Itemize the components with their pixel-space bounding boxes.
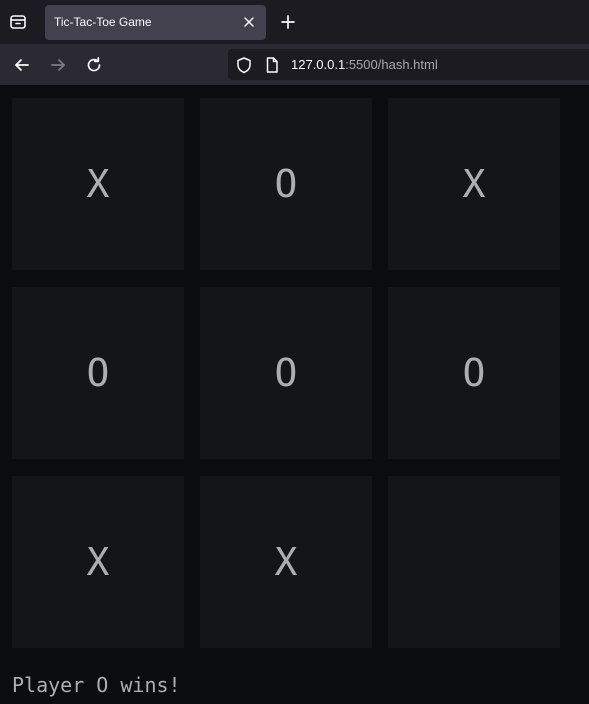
address-bar[interactable]: 127.0.0.1:5500/hash.html [228, 49, 589, 80]
game-status-message: Player O wins! [12, 673, 181, 697]
forward-arrow-icon[interactable] [47, 54, 69, 76]
url-host: 127.0.0.1 [291, 57, 346, 72]
new-tab-plus-icon[interactable] [278, 12, 298, 32]
board-cell[interactable]: X [12, 476, 184, 648]
board-cell[interactable]: O [12, 287, 184, 459]
tab-title: Tic-Tac-Toe Game [54, 15, 152, 29]
tab-bar: Tic-Tac-Toe Game [0, 0, 589, 44]
url-path: :5500/hash.html [345, 57, 438, 72]
close-icon[interactable] [242, 15, 256, 29]
board-cell[interactable]: X [388, 98, 560, 270]
board-cell[interactable]: X [200, 476, 372, 648]
shield-icon[interactable] [235, 56, 253, 74]
board-cell[interactable]: O [200, 287, 372, 459]
game-board: X O X O O O X X [12, 98, 560, 648]
board-cell[interactable] [388, 476, 560, 648]
navigation-toolbar: 127.0.0.1:5500/hash.html [0, 44, 589, 85]
board-cell[interactable]: O [388, 287, 560, 459]
board-cell[interactable]: O [200, 98, 372, 270]
url-text: 127.0.0.1:5500/hash.html [291, 57, 438, 72]
tab-list-icon[interactable] [8, 12, 28, 32]
reload-icon[interactable] [83, 54, 105, 76]
browser-tab[interactable]: Tic-Tac-Toe Game [45, 5, 266, 40]
page-content: X O X O O O X X Player O wins! [0, 85, 589, 704]
board-cell[interactable]: X [12, 98, 184, 270]
page-icon[interactable] [263, 56, 281, 74]
back-arrow-icon[interactable] [11, 54, 33, 76]
